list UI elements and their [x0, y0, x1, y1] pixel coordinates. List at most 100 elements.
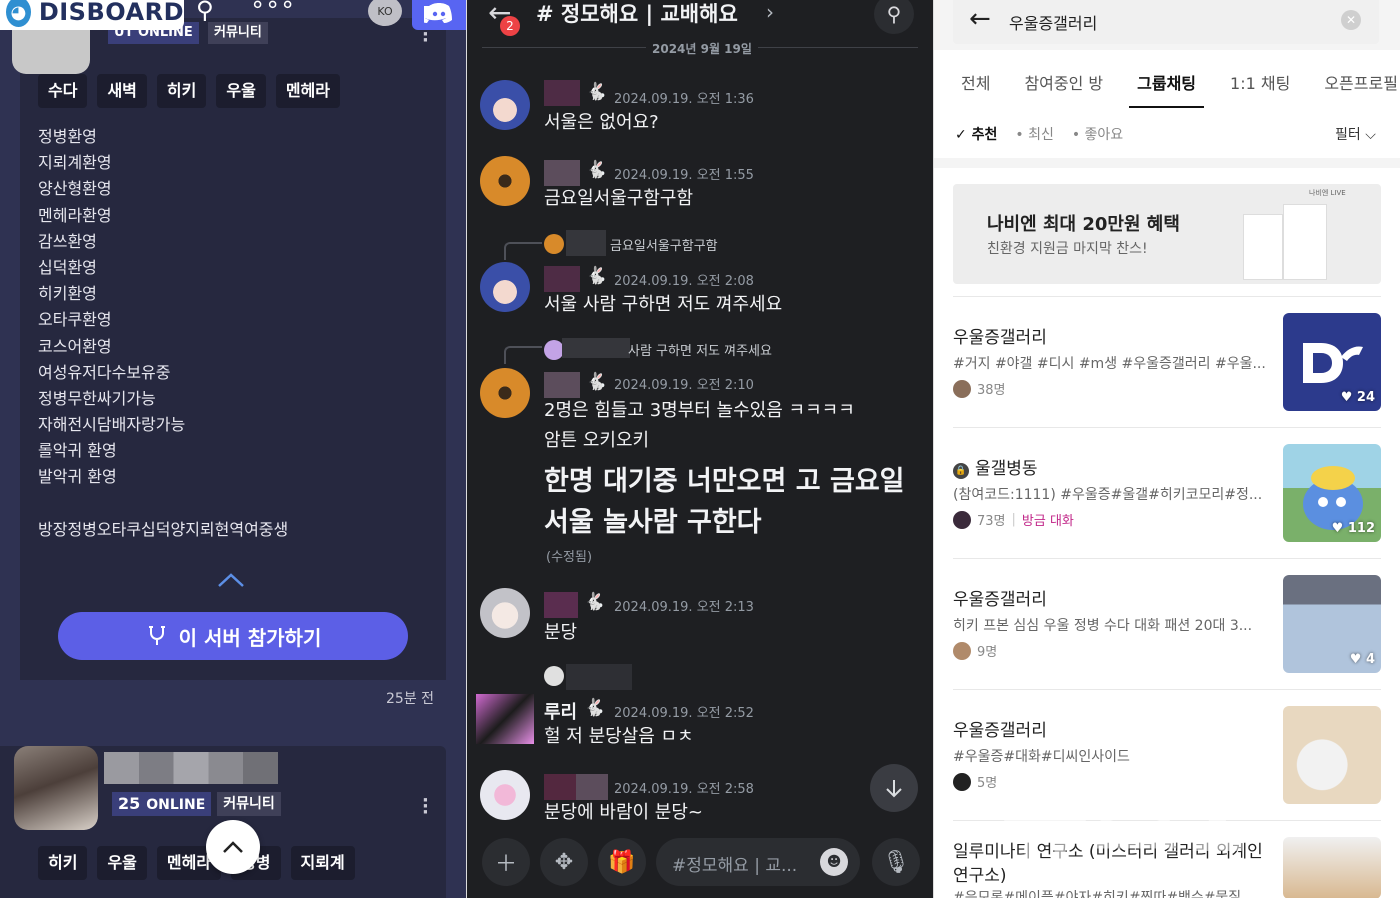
tag[interactable]: 우울 [216, 74, 266, 108]
filter-button[interactable]: 필터 ⌵ [1335, 124, 1376, 144]
timestamp: 2024.09.19. 오전 1:55 [614, 168, 754, 183]
reply-avatar [544, 666, 564, 686]
apps-icon[interactable]: ✥ [540, 838, 588, 886]
collapse-chevron-icon[interactable] [216, 570, 246, 590]
sort-latest[interactable]: • 최신 [1015, 124, 1053, 144]
user-avatar[interactable] [480, 770, 530, 820]
username-blurred[interactable] [544, 372, 580, 398]
user-avatar[interactable] [480, 588, 530, 638]
language-button[interactable]: KO [368, 0, 402, 26]
member-avatar [953, 510, 971, 529]
microphone-icon[interactable]: 🎙 [872, 838, 920, 886]
tag[interactable]: 멘헤라 [275, 74, 340, 108]
panel-divider [933, 0, 934, 898]
tab-one-on-one[interactable]: 1:1 채팅 [1230, 70, 1290, 94]
username-blurred[interactable] [544, 266, 580, 292]
server-description: 정병환영 지뢰계환영 양산형환영 멘헤라환영 감쓰환영 십덕환영 히키환영 오타… [38, 124, 288, 543]
user-avatar[interactable] [480, 262, 530, 312]
tag[interactable]: 새벽 [97, 74, 147, 108]
unread-badge: 2 [500, 16, 520, 36]
back-arrow-icon[interactable]: ← [969, 4, 991, 34]
timestamp: 2024.09.19. 오전 2:52 [614, 706, 754, 721]
arrow-down-icon [886, 780, 902, 798]
room-item[interactable]: 우울증갤러리 #거지 #야갤 #디시 #m생 #우울증갤러리 #우울... 38… [953, 296, 1381, 426]
tab-all[interactable]: 전체 [961, 70, 990, 94]
username-blurred[interactable] [544, 774, 576, 800]
tag[interactable]: 히키 [156, 74, 207, 108]
tag[interactable]: 수다 [38, 74, 88, 108]
search-button[interactable]: ⚲ [874, 0, 914, 34]
tag[interactable]: 우울 [97, 846, 147, 880]
like-count: ♥ 4 [1349, 652, 1375, 667]
tab-group-chat[interactable]: 그룹채팅 [1129, 70, 1204, 108]
discord-icon [424, 3, 452, 23]
search-query[interactable]: 우울증갤러리 [1009, 10, 1097, 34]
room-item[interactable]: 우울증갤러리 히키 프본 심심 우울 정병 수다 대화 패션 20대 3... … [953, 558, 1381, 688]
join-label: 이 서버 참가하기 [178, 625, 322, 650]
room-thumbnail: ♥ 4 [1283, 575, 1381, 673]
role-icon: 🐇 [586, 160, 608, 180]
tab-open-profile[interactable]: 오픈프로필 [1324, 70, 1398, 94]
username-blurred [576, 774, 608, 800]
chevron-right-icon[interactable]: › [766, 0, 774, 24]
gift-icon[interactable]: 🎁 [598, 838, 646, 886]
reply-connector [504, 346, 542, 364]
user-avatar[interactable] [480, 80, 530, 130]
user-avatar[interactable] [480, 156, 530, 206]
message-composer: ＋ ✥ 🎁 #정모해요 | 교... ☻ 🎙 [466, 826, 933, 898]
message-text: 2명은 힘들고 3명부터 놀수있음 ㅋㅋㅋㅋ [544, 400, 855, 421]
ad-banner[interactable]: 나비엔 최대 20만원 혜택 친환경 지원금 마지막 찬스! 나비엔 LIVE [953, 184, 1381, 284]
more-horizontal-icon[interactable]: ∘∘∘ [250, 0, 295, 18]
clear-icon[interactable]: ✕ [1341, 10, 1361, 30]
sort-recommended[interactable]: ✓ 추천 [955, 124, 997, 144]
jump-to-bottom-button[interactable] [870, 764, 918, 812]
server-tags: 히키 우울 멘헤라 정병 지뢰계 [38, 846, 355, 880]
discord-login-button[interactable] [412, 0, 466, 30]
server-tags: 수다 새벽 히키 우울 멘헤라 [38, 74, 340, 108]
user-avatar[interactable] [476, 694, 534, 744]
username-blurred[interactable] [544, 592, 578, 618]
sort-likes[interactable]: • 좋아요 [1072, 124, 1123, 144]
message-text: 분당에 바람이 분당~ [544, 802, 704, 823]
search-bar[interactable]: ← 우울증갤러리 ✕ [953, 0, 1379, 44]
room-item[interactable]: 🔒 울갤병동 (참여코드:1111) #우울증#울갤#히키코모리#정... 73명… [953, 427, 1381, 557]
tag[interactable]: 히키 [38, 846, 88, 880]
room-meta: 5명 [953, 772, 997, 791]
more-icon[interactable]: ··· [422, 792, 429, 822]
desc-line: 코스어환영 [38, 336, 112, 356]
username[interactable]: 루리 [544, 698, 577, 724]
disboard-topbar: ◕ DISBOARD ⚲ ∘∘∘ KO [0, 0, 466, 30]
community-chip: 커뮤니티 [217, 792, 281, 816]
server-meta: 25 ONLINE 커뮤니티 [112, 792, 281, 816]
desc-line: 멘헤라환영 [38, 205, 112, 225]
username-blurred[interactable] [544, 160, 580, 186]
reply-text[interactable]: 사람 구하면 저도 껴주세요 [628, 340, 772, 359]
scroll-to-top-button[interactable] [206, 820, 260, 874]
disboard-logo[interactable]: ◕ DISBOARD [0, 0, 184, 30]
add-attachment-button[interactable]: ＋ [482, 838, 530, 886]
timestamp: 2024.09.19. 오전 2:13 [614, 600, 754, 615]
emoji-icon[interactable]: ☻ [820, 848, 848, 876]
discord-panel: ← 2 # 정모해요 | 교배해요 › ⚲ 2024년 9월 19일 🐇 202… [466, 0, 933, 898]
online-count-chip: 25 ONLINE [112, 792, 212, 816]
desc-line: 여성유저다수보유중 [38, 362, 171, 382]
openchat-panel: ← 우울증갤러리 ✕ 전체 참여중인 방 그룹채팅 1:1 채팅 오픈프로필 ✓… [933, 0, 1400, 898]
username-blurred[interactable] [544, 80, 580, 106]
role-icon: 🐇 [584, 592, 606, 612]
room-title: 우울증갤러리 [953, 328, 1047, 348]
tag[interactable]: 지뢰계 [290, 846, 355, 880]
tab-joined[interactable]: 참여중인 방 [1024, 70, 1103, 94]
role-icon: 🐇 [584, 698, 606, 718]
logo-text: DISBOARD [38, 0, 184, 26]
channel-name[interactable]: # 정모해요 | 교배해요 [536, 0, 738, 28]
reply-text[interactable]: 금요일서울구함구함 [610, 235, 718, 254]
join-server-button[interactable]: 이 서버 참가하기 [58, 612, 408, 660]
message-input[interactable]: #정모해요 | 교... ☻ [656, 838, 860, 886]
logo-mascot-icon: ◕ [6, 0, 31, 27]
desc-line: 감쓰환영 [38, 231, 97, 251]
user-avatar[interactable] [480, 368, 530, 418]
server-card-1: UT ONLINE 커뮤니티 ··· 수다 새벽 히키 우울 멘헤라 정병환영 … [12, 8, 446, 680]
room-tags: #거지 #야갤 #디시 #m생 #우울증갤러리 #우울... [953, 356, 1265, 372]
search-icon[interactable]: ⚲ [196, 0, 214, 24]
reply-username-blurred [562, 338, 630, 358]
